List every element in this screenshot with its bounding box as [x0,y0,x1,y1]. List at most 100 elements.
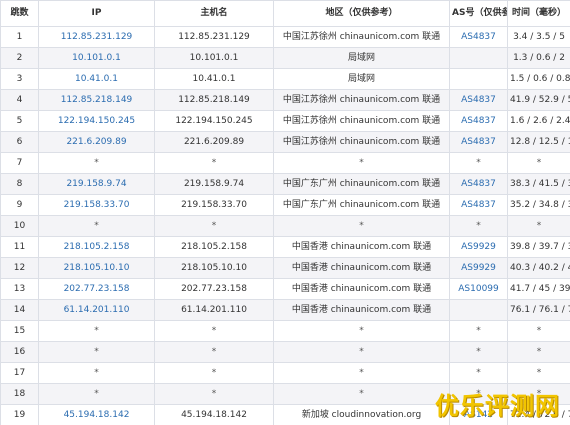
host-cell: * [154,215,274,237]
header-hop: 跳数 [0,0,39,27]
as-cell [449,68,508,90]
region-cell: 中国江苏徐州 chinaunicom.com 联通 [273,110,450,132]
table-row: 7 * * * * * [0,152,570,174]
as-cell[interactable]: AS4837 [449,89,508,111]
as-cell: * [449,152,508,174]
as-cell[interactable]: AS4837 [449,194,508,216]
region-cell: * [273,362,450,384]
region-cell: 中国香港 chinaunicom.com 联通 [273,257,450,279]
header-ip: IP [38,0,155,27]
traceroute-panel: 跳数 IP 主机名 地区（仅供参考） AS号（仅供参考） 时间（毫秒） 1112… [0,0,570,425]
ip-cell[interactable]: 218.105.10.10 [38,257,155,279]
time-cell: 41.9 / 52.9 / 53.5 [507,89,570,111]
region-cell: * [273,152,450,174]
time-cell: * [507,362,570,384]
host-cell: 112.85.218.149 [154,89,274,111]
header-as: AS号（仅供参考） [449,0,508,27]
ip-cell[interactable]: 10.101.0.1 [38,47,155,69]
table-row: 10 * * * * * [0,215,570,237]
host-cell: 202.77.23.158 [154,278,274,300]
ip-cell: * [38,341,155,363]
traceroute-table: 跳数 IP 主机名 地区（仅供参考） AS号（仅供参考） 时间（毫秒） 1112… [0,0,570,425]
ip-cell: * [38,320,155,342]
table-row: 8 219.158.9.74 219.158.9.74 中国广东广州 chinauni… [0,173,570,195]
as-cell[interactable]: AS10099 [449,278,508,300]
region-cell: 中国香港 chinaunicom.com 联通 [273,299,450,321]
hop-cell: 18 [0,383,39,405]
host-cell: 218.105.2.158 [154,236,274,258]
region-cell: 新加坡 cloudinnovation.org [273,404,450,425]
ip-cell[interactable]: 112.85.231.129 [38,26,155,48]
host-cell: * [154,152,274,174]
as-cell[interactable]: AS4837 [449,26,508,48]
ip-cell[interactable]: 61.14.201.110 [38,299,155,321]
hop-cell: 2 [0,47,39,69]
region-cell: 局域网 [273,47,450,69]
time-cell: 41.7 / 45 / 39.7 [507,278,570,300]
ip-cell[interactable]: 202.77.23.158 [38,278,155,300]
region-cell: 中国江苏徐州 chinaunicom.com 联通 [273,26,450,48]
region-cell: 中国香港 chinaunicom.com 联通 [273,278,450,300]
as-cell[interactable]: AS9929 [449,257,508,279]
as-cell: * [449,215,508,237]
hop-cell: 15 [0,320,39,342]
hop-cell: 11 [0,236,39,258]
time-cell: 12.8 / 12.5 / 12.6 [507,131,570,153]
ip-cell[interactable]: 219.158.9.74 [38,173,155,195]
region-cell: * [273,383,450,405]
as-cell[interactable]: AS4837 [449,173,508,195]
as-cell[interactable]: AS4837 [449,110,508,132]
host-cell: 218.105.10.10 [154,257,274,279]
hop-cell: 12 [0,257,39,279]
as-cell [449,299,508,321]
ip-cell[interactable]: 45.194.18.142 [38,404,155,425]
table-row: 14 61.14.201.110 61.14.201.110 中国香港 chinaun… [0,299,570,321]
host-cell: * [154,341,274,363]
ip-cell[interactable]: 10.41.0.1 [38,68,155,90]
ip-cell: * [38,362,155,384]
host-cell: 221.6.209.89 [154,131,274,153]
ip-cell: * [38,152,155,174]
table-row: 12 218.105.10.10 218.105.10.10 中国香港 chinaun… [0,257,570,279]
hop-cell: 17 [0,362,39,384]
table-row: 5 122.194.150.245 122.194.150.245 中国江苏徐州 ch… [0,110,570,132]
time-cell: 1.6 / 2.6 / 2.4 [507,110,570,132]
region-cell: 中国江苏徐州 chinaunicom.com 联通 [273,131,450,153]
time-cell: 40.3 / 40.2 / 41.2 [507,257,570,279]
ip-cell[interactable]: 221.6.209.89 [38,131,155,153]
table-row: 3 10.41.0.1 10.41.0.1 局域网 1.5 / 0.6 / 0.8 [0,68,570,90]
host-cell: 122.194.150.245 [154,110,274,132]
hop-cell: 1 [0,26,39,48]
table-row: 11 218.105.2.158 218.105.2.158 中国香港 chinaun… [0,236,570,258]
host-cell: 10.101.0.1 [154,47,274,69]
time-cell: * [507,320,570,342]
table-row: 15 * * * * * [0,320,570,342]
as-cell: * [449,320,508,342]
host-cell: 219.158.9.74 [154,173,274,195]
ip-cell[interactable]: 218.105.2.158 [38,236,155,258]
hop-cell: 3 [0,68,39,90]
region-cell: 中国江苏徐州 chinaunicom.com 联通 [273,89,450,111]
ip-cell[interactable]: 112.85.218.149 [38,89,155,111]
as-cell[interactable]: AS4837 [449,131,508,153]
time-cell: 35.2 / 34.8 / 34.7 [507,194,570,216]
as-cell: * [449,362,508,384]
time-cell: 1.5 / 0.6 / 0.8 [507,68,570,90]
ip-cell[interactable]: 122.194.150.245 [38,110,155,132]
table-row: 2 10.101.0.1 10.101.0.1 局域网 1.3 / 0.6 / 2 [0,47,570,69]
as-cell[interactable]: AS9929 [449,236,508,258]
header-host: 主机名 [154,0,274,27]
region-cell: 中国广东广州 chinaunicom.com 联通 [273,173,450,195]
header-region: 地区（仅供参考） [273,0,450,27]
table-row: 6 221.6.209.89 221.6.209.89 中国江苏徐州 chinauni… [0,131,570,153]
time-cell: 1.3 / 0.6 / 2 [507,47,570,69]
time-cell: * [507,215,570,237]
header-time: 时间（毫秒） [507,0,570,27]
ip-cell: * [38,215,155,237]
ip-cell[interactable]: 219.158.33.70 [38,194,155,216]
hop-cell: 5 [0,110,39,132]
host-cell: * [154,383,274,405]
hop-cell: 8 [0,173,39,195]
region-cell: 中国香港 chinaunicom.com 联通 [273,236,450,258]
as-cell: * [449,341,508,363]
